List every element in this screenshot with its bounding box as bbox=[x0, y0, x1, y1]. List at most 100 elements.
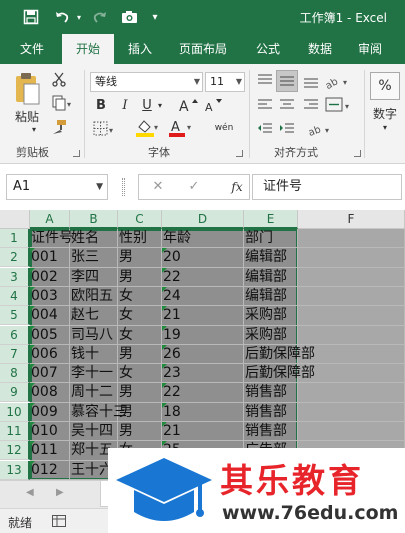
row-header-13[interactable]: 13 bbox=[0, 460, 30, 480]
cell-a1[interactable]: 证件号 bbox=[30, 229, 73, 248]
font-color-icon[interactable]: A ▾ bbox=[168, 118, 194, 138]
column-header-c[interactable]: C bbox=[118, 210, 162, 229]
scroll-left-icon[interactable]: ◀ bbox=[26, 487, 34, 498]
cell-b3[interactable]: 李四 bbox=[70, 268, 99, 287]
font-size-select[interactable]: 11 ▼ bbox=[205, 72, 245, 92]
cell-b2[interactable]: 张三 bbox=[70, 248, 99, 267]
cell-c9[interactable]: 男 bbox=[118, 383, 133, 402]
underline-button[interactable]: U bbox=[138, 96, 156, 114]
column-header-a[interactable]: A bbox=[30, 210, 70, 229]
underline-dropdown-icon[interactable]: ▾ bbox=[155, 98, 165, 112]
align-right-icon[interactable] bbox=[302, 96, 320, 114]
cell-b12[interactable]: 郑十五 bbox=[70, 441, 113, 460]
row-header-3[interactable]: 3 bbox=[0, 267, 30, 287]
format-painter-icon[interactable] bbox=[50, 118, 68, 136]
alignment-launcher-icon[interactable] bbox=[354, 150, 361, 157]
insert-function-button[interactable]: fx bbox=[223, 175, 251, 199]
tab-home[interactable]: 开始 bbox=[62, 34, 114, 64]
customize-qat-icon[interactable]: ▾ bbox=[148, 6, 162, 28]
cell-c10[interactable]: 男 bbox=[118, 403, 133, 422]
row-header-4[interactable]: 4 bbox=[0, 286, 30, 306]
cell-b7[interactable]: 钱十 bbox=[70, 345, 99, 364]
copy-icon[interactable]: ▾ bbox=[50, 94, 76, 112]
cells-area[interactable]: 证件号 姓名 性别 年龄 部门 001 张三男 20 编辑部 002 李四男 22 编辑部 003 欧阳五女… bbox=[30, 229, 405, 480]
clipboard-launcher-icon[interactable] bbox=[73, 150, 80, 157]
cell-c5[interactable]: 女 bbox=[118, 306, 133, 325]
decrease-indent-icon[interactable] bbox=[256, 120, 274, 138]
align-middle-icon[interactable] bbox=[276, 70, 298, 92]
cell-e9[interactable]: 销售部 bbox=[244, 383, 287, 402]
cell-e2[interactable]: 编辑部 bbox=[244, 248, 287, 267]
row-header-6[interactable]: 6 bbox=[0, 325, 30, 345]
worksheet-grid[interactable]: ABCDEF 1 2 3 4 5 6 7 8 9 10 11 12 13 证件号 姓名 性别 年龄 部门 001 张… bbox=[0, 210, 405, 480]
increase-font-icon[interactable]: A bbox=[178, 96, 200, 114]
decrease-font-icon[interactable]: A bbox=[203, 96, 225, 114]
macro-record-icon[interactable] bbox=[52, 515, 66, 530]
cell-e7[interactable]: 后勤保障部 bbox=[244, 345, 315, 364]
cell-c7[interactable]: 男 bbox=[118, 345, 133, 364]
tab-data[interactable]: 数据 bbox=[298, 34, 342, 64]
tab-review[interactable]: 审阅 bbox=[348, 34, 392, 64]
phonetic-guide-button[interactable]: wén bbox=[210, 118, 238, 138]
cell-e11[interactable]: 销售部 bbox=[244, 422, 287, 441]
cell-e8[interactable]: 后勤保障部 bbox=[244, 364, 315, 383]
paste-dropdown-icon[interactable]: ▾ bbox=[28, 124, 40, 134]
align-top-icon[interactable] bbox=[256, 72, 274, 90]
number-dropdown-icon[interactable]: ▾ bbox=[379, 122, 391, 132]
row-header-2[interactable]: 2 bbox=[0, 248, 30, 268]
cell-c1[interactable]: 性别 bbox=[118, 229, 147, 248]
cell-c3[interactable]: 男 bbox=[118, 268, 133, 287]
align-center-icon[interactable] bbox=[278, 96, 296, 114]
italic-button[interactable]: I bbox=[116, 96, 134, 114]
cell-b11[interactable]: 吴十四 bbox=[70, 422, 113, 441]
tab-insert[interactable]: 插入 bbox=[118, 34, 162, 64]
row-header-1[interactable]: 1 bbox=[0, 229, 30, 248]
cell-b8[interactable]: 李十一 bbox=[70, 364, 113, 383]
number-format-button[interactable]: 数字 bbox=[368, 104, 402, 122]
cell-b6[interactable]: 司马八 bbox=[70, 326, 113, 345]
undo-dropdown-icon[interactable]: ▾ bbox=[74, 6, 84, 28]
name-box[interactable]: A1 ▼ bbox=[6, 174, 108, 200]
redo-icon[interactable] bbox=[88, 6, 112, 28]
undo-icon[interactable] bbox=[50, 6, 74, 28]
align-bottom-icon[interactable] bbox=[302, 72, 320, 90]
fill-color-icon[interactable]: ▾ bbox=[134, 118, 162, 138]
tab-file[interactable]: 文件 bbox=[8, 34, 56, 64]
tab-page-layout[interactable]: 页面布局 bbox=[170, 34, 236, 64]
orientation-icon[interactable]: ab ▾ bbox=[324, 72, 352, 90]
wrap-text-icon[interactable]: ab ▾ bbox=[306, 120, 336, 138]
font-launcher-icon[interactable] bbox=[236, 150, 243, 157]
cell-e4[interactable]: 编辑部 bbox=[244, 287, 287, 306]
cell-e10[interactable]: 销售部 bbox=[244, 403, 287, 422]
row-header-10[interactable]: 10 bbox=[0, 402, 30, 422]
paste-button[interactable]: 粘贴 bbox=[10, 108, 44, 124]
increase-indent-icon[interactable] bbox=[278, 120, 296, 138]
cut-icon[interactable] bbox=[50, 70, 68, 88]
row-header-9[interactable]: 9 bbox=[0, 383, 30, 403]
camera-icon[interactable] bbox=[118, 6, 140, 28]
column-header-f[interactable]: F bbox=[298, 210, 405, 229]
font-name-select[interactable]: 等线 ▼ bbox=[90, 72, 203, 92]
row-header-8[interactable]: 8 bbox=[0, 364, 30, 384]
bold-button[interactable]: B bbox=[92, 96, 110, 114]
column-header-b[interactable]: B bbox=[70, 210, 118, 229]
cell-b9[interactable]: 周十二 bbox=[70, 383, 113, 402]
merge-center-icon[interactable]: ▾ bbox=[324, 96, 354, 114]
cell-e6[interactable]: 采购部 bbox=[244, 326, 287, 345]
column-header-e[interactable]: E bbox=[244, 210, 298, 229]
enter-button[interactable]: ✓ bbox=[179, 175, 209, 199]
select-all-button[interactable] bbox=[0, 210, 30, 229]
cell-e3[interactable]: 编辑部 bbox=[244, 268, 287, 287]
percent-style-button[interactable]: % bbox=[370, 72, 400, 100]
cell-d1[interactable]: 年龄 bbox=[162, 229, 191, 248]
tab-formulas[interactable]: 公式 bbox=[246, 34, 290, 64]
cell-b13[interactable]: 王十六 bbox=[70, 461, 113, 480]
cell-b1[interactable]: 姓名 bbox=[70, 229, 99, 248]
cell-b4[interactable]: 欧阳五 bbox=[70, 287, 113, 306]
align-left-icon[interactable] bbox=[256, 96, 274, 114]
column-header-d[interactable]: D bbox=[162, 210, 244, 229]
cell-e5[interactable]: 采购部 bbox=[244, 306, 287, 325]
resize-handle[interactable] bbox=[122, 178, 125, 196]
borders-icon[interactable]: ▾ bbox=[92, 120, 118, 138]
scroll-right-icon[interactable]: ▶ bbox=[56, 487, 64, 498]
